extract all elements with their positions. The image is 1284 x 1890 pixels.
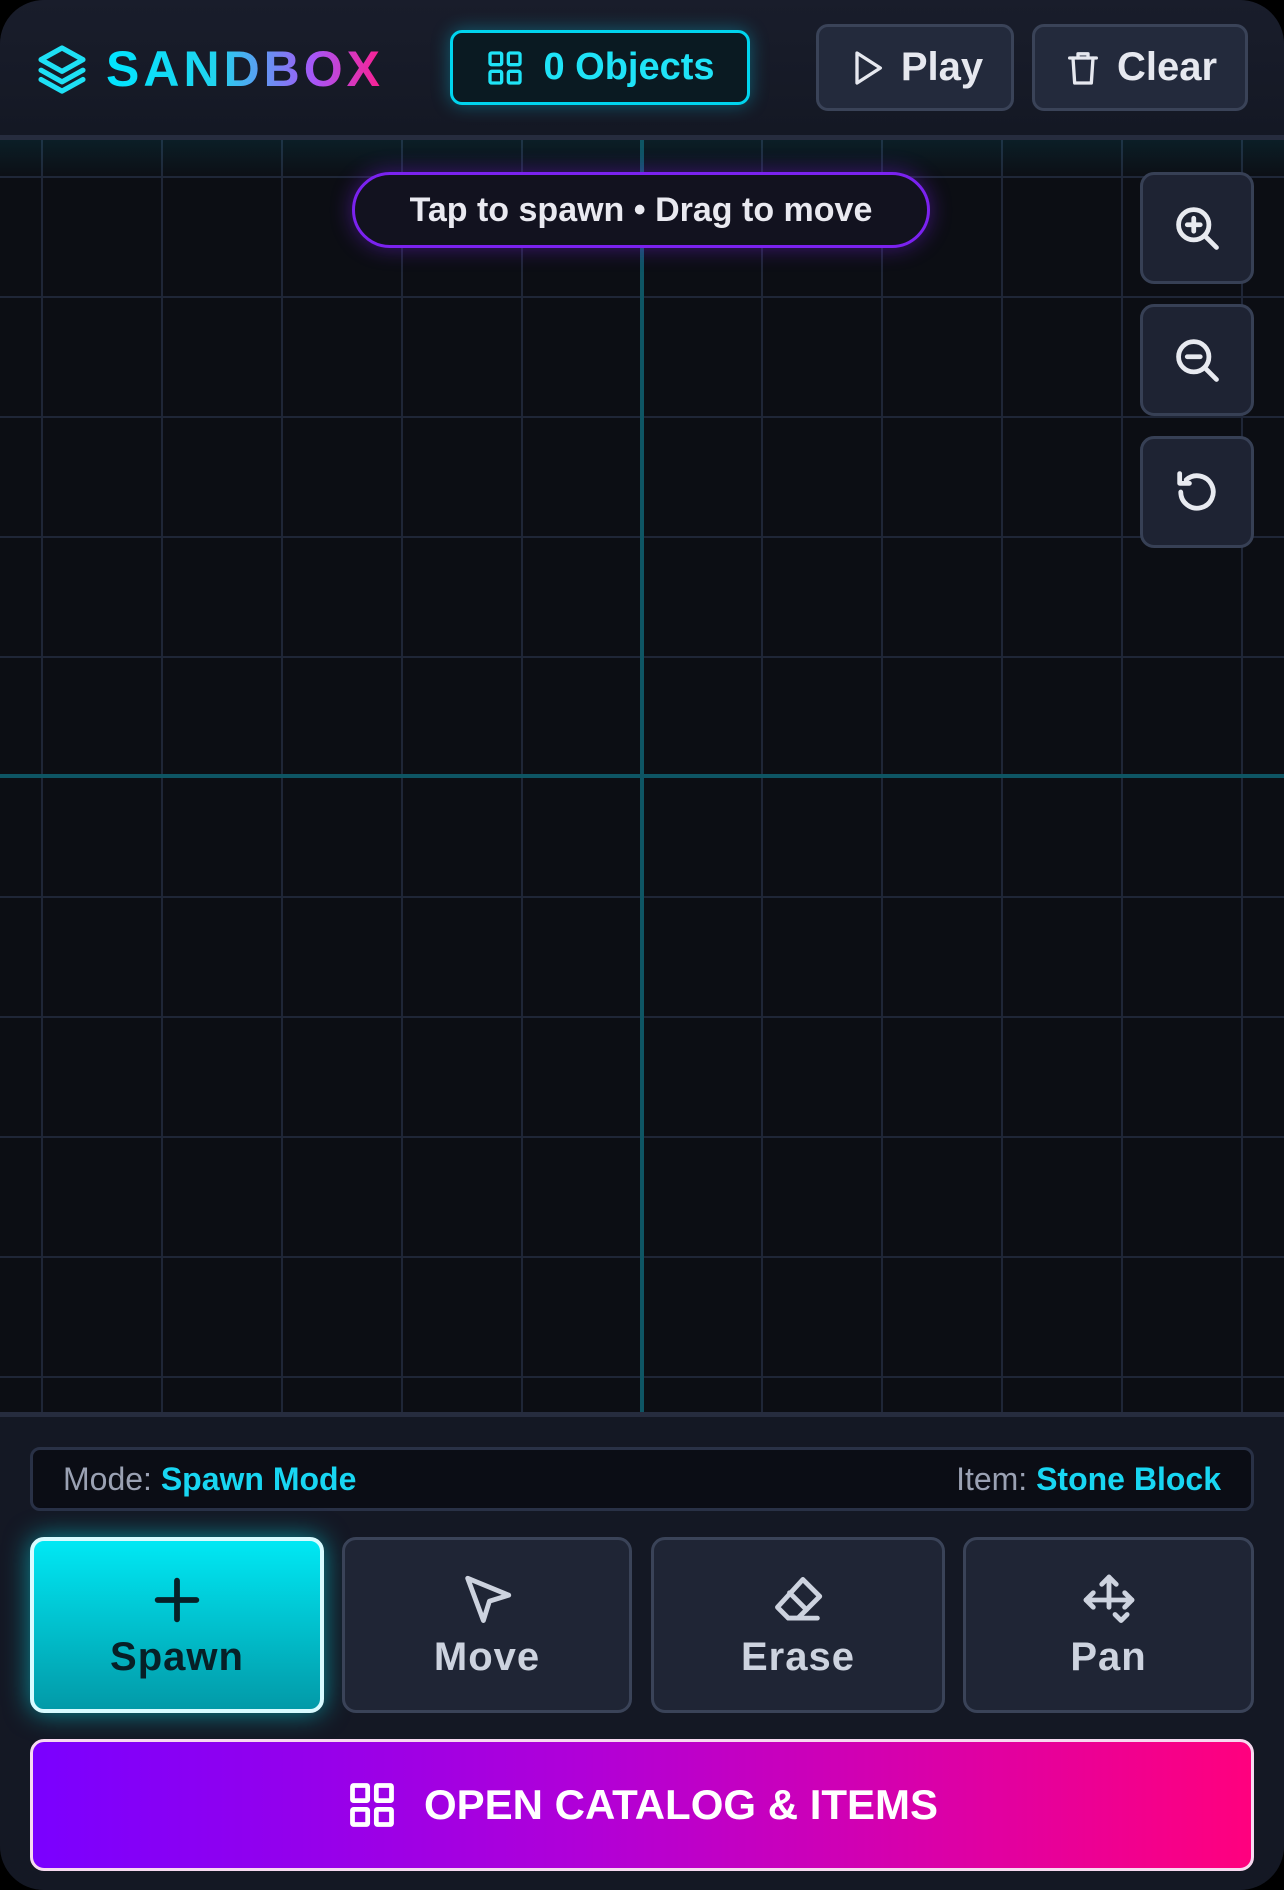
zoom-out-button[interactable] xyxy=(1140,304,1254,416)
top-bar: SANDBOX 0 Objects Play Clear xyxy=(0,0,1284,140)
clear-label: Clear xyxy=(1116,45,1218,89)
hint-banner: Tap to spawn • Drag to move xyxy=(352,172,930,248)
tool-panel: Mode: Spawn Mode Item: Stone Block Spawn… xyxy=(0,1412,1284,1890)
object-count-label: 0 Objects xyxy=(543,46,715,88)
x-axis-line xyxy=(0,774,1284,778)
object-count-badge[interactable]: 0 Objects xyxy=(450,30,750,105)
open-catalog-button[interactable]: OPEN CATALOG & ITEMS xyxy=(30,1739,1254,1871)
app-title: SANDBOX xyxy=(106,41,385,97)
item-status: Item: Stone Block xyxy=(956,1461,1221,1498)
sandbox-canvas[interactable]: Tap to spawn • Drag to move xyxy=(0,140,1284,1412)
move-arrows-icon xyxy=(1083,1574,1134,1623)
cursor-icon xyxy=(465,1575,512,1623)
clear-button[interactable]: Clear xyxy=(1032,24,1248,111)
pan-tool-button[interactable]: Pan xyxy=(963,1537,1254,1713)
layers-icon xyxy=(38,45,86,94)
mode-label: Mode: xyxy=(63,1460,152,1497)
grid-icon xyxy=(488,50,523,85)
spawn-tool-button[interactable]: Spawn xyxy=(30,1537,324,1713)
status-bar: Mode: Spawn Mode Item: Stone Block xyxy=(30,1447,1254,1511)
plus-icon xyxy=(154,1577,200,1622)
pan-tool-label: Pan xyxy=(1070,1634,1147,1679)
reset-view-button[interactable] xyxy=(1140,436,1254,548)
move-tool-label: Move xyxy=(433,1634,541,1679)
sandbox-app: SANDBOX 0 Objects Play Clear Tap to spaw… xyxy=(0,0,1284,1890)
zoom-in-icon xyxy=(1176,207,1219,250)
play-label: Play xyxy=(900,45,984,89)
play-icon xyxy=(855,50,882,85)
trash-icon xyxy=(1067,51,1098,85)
open-catalog-label: OPEN CATALOG & ITEMS xyxy=(423,1781,939,1828)
mode-status: Mode: Spawn Mode xyxy=(63,1461,356,1498)
reset-view-icon xyxy=(1177,471,1216,511)
mode-value: Spawn Mode xyxy=(160,1460,357,1497)
move-tool-button[interactable]: Move xyxy=(342,1537,632,1713)
spawn-tool-label: Spawn xyxy=(110,1634,244,1679)
logo: SANDBOX xyxy=(34,40,384,98)
grid-icon xyxy=(350,1783,394,1827)
zoom-in-button[interactable] xyxy=(1140,172,1254,284)
item-label: Item: xyxy=(956,1460,1028,1497)
play-button[interactable]: Play xyxy=(816,24,1014,111)
zoom-out-icon xyxy=(1176,339,1219,382)
erase-tool-label: Erase xyxy=(741,1634,855,1679)
eraser-icon xyxy=(775,1576,823,1621)
item-value: Stone Block xyxy=(1036,1460,1221,1497)
erase-tool-button[interactable]: Erase xyxy=(651,1537,945,1713)
